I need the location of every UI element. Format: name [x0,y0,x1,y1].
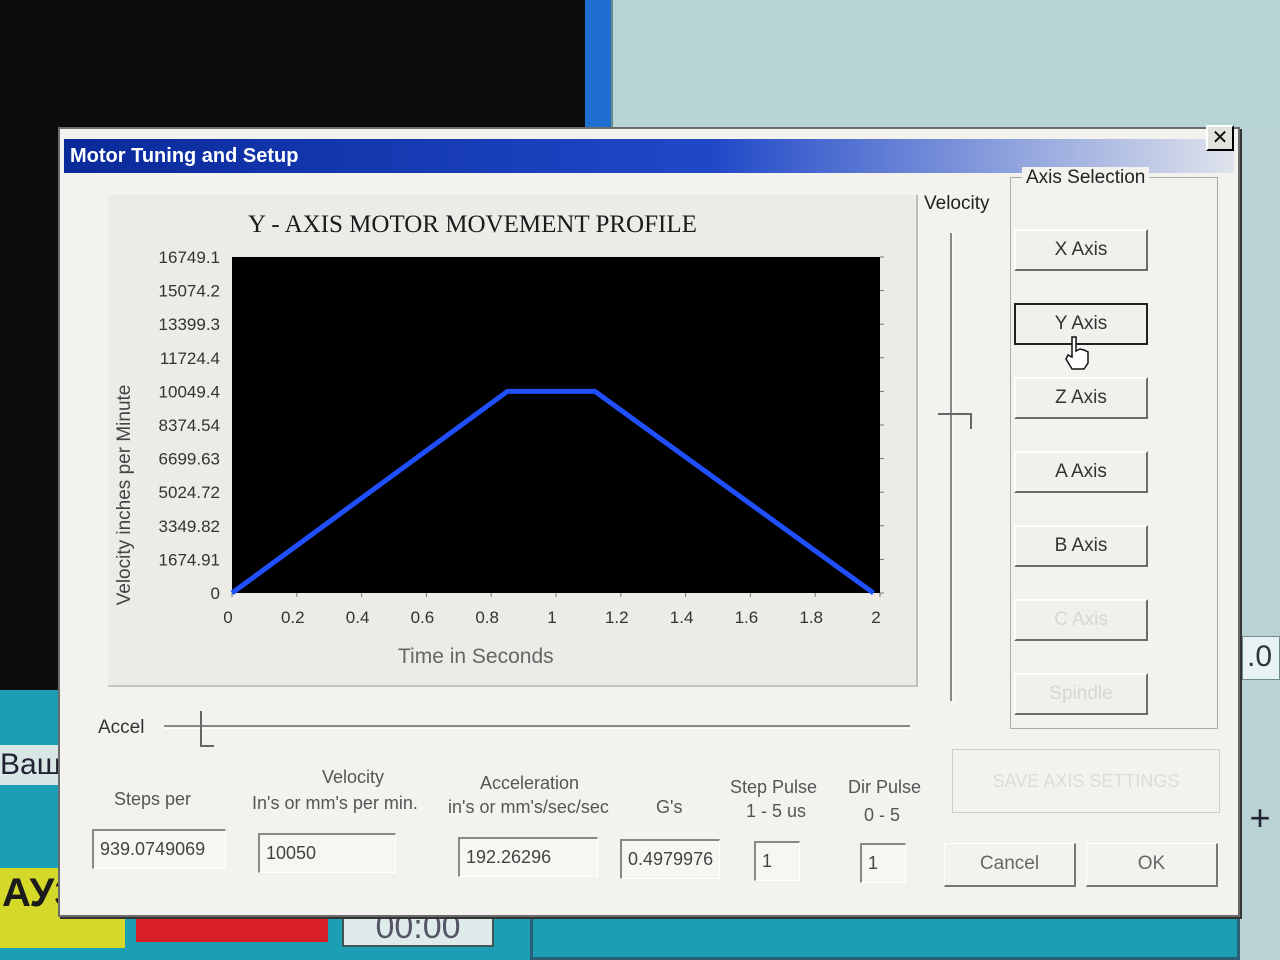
save-axis-settings-button[interactable]: SAVE AXIS SETTINGS [952,749,1220,813]
acceleration-field-label: Acceleration [480,773,580,793]
y-tick-label: 0 [211,584,220,603]
spindle-button[interactable]: Spindle [1014,673,1148,715]
dir-pulse-input[interactable]: 1 [860,843,906,883]
y-tick-label: 3349.82 [159,517,220,536]
c-axis-button[interactable]: C Axis [1014,599,1148,641]
y-tick-label: 11724.4 [160,349,220,368]
x-tick-label: 0.2 [281,608,305,627]
cancel-button[interactable]: Cancel [944,843,1076,887]
gs-field-label: G's [656,797,683,817]
axis-selection-label: Axis Selection [1022,167,1150,189]
velocity-field-label: Velocity [322,767,385,787]
x-tick-label: 1.4 [670,608,694,627]
acceleration-units-label: in's or mm's/sec/sec [448,797,609,817]
acceleration-input[interactable]: 192.26296 [458,837,598,877]
x-tick-label: 1.2 [605,608,629,627]
velocity-input[interactable]: 10050 [258,833,396,873]
x-tick-label: 0 [223,608,232,627]
step-pulse-range-label: 1 - 5 us [746,801,807,821]
dir-pulse-label: Dir Pulse [848,777,922,797]
steps-per-input[interactable]: 939.0749069 [92,829,226,869]
velocity-slider-track[interactable] [950,233,954,701]
b-axis-button[interactable]: B Axis [1014,525,1148,567]
x-tick-label: 1.6 [735,608,759,627]
steps-per-label: Steps per [114,789,192,809]
y-tick-label: 6699.63 [159,450,220,469]
y-tick-label: 10049.4 [159,382,220,401]
y-tick-label: 15074.2 [159,282,220,301]
accel-slider-thumb[interactable] [200,711,214,747]
a-axis-button[interactable]: A Axis [1014,451,1148,493]
hand-cursor-icon [1065,336,1089,370]
chart-plot: 0 1674.91 3349.82 5024.72 6699.63 8374.54 1004… [159,248,884,627]
y-tick-label: 8374.54 [159,416,220,435]
background-left-label: Ваш [0,745,62,785]
plot-area [232,257,880,593]
velocity-units-label: In's or mm's per min. [252,793,418,813]
x-axis-button[interactable]: X Axis [1014,229,1148,271]
motor-profile-chart: Y - AXIS MOTOR MOVEMENT PROFILE Velocity… [108,195,918,687]
accel-slider-label: Accel [98,717,145,738]
dir-pulse-range-label: 0 - 5 [864,805,901,825]
close-button[interactable]: ✕ [1206,125,1234,151]
accel-slider-track[interactable] [164,725,910,729]
y-tick-label: 16749.1 [159,248,220,267]
velocity-slider-label: Velocity [924,193,990,214]
x-tick-label: 0.6 [411,608,435,627]
y-tick-label: 5024.72 [159,483,220,502]
step-pulse-label: Step Pulse [730,777,818,797]
background-dro-field: .0 [1242,636,1280,680]
y-tick-label: 13399.3 [159,315,220,334]
step-pulse-input[interactable]: 1 [754,841,800,881]
ok-button[interactable]: OK [1086,843,1218,887]
motor-tuning-dialog: Motor Tuning and Setup ✕ Y - AXIS MOTOR … [58,125,1240,917]
x-tick-label: 2 [871,608,880,627]
y-tick-label: 1674.91 [159,550,220,569]
x-tick-label: 1.8 [799,608,823,627]
close-icon: ✕ [1211,127,1229,149]
background-top-panel [611,0,1280,128]
gs-input[interactable]: 0.4979976 [620,839,720,879]
dialog-title: Motor Tuning and Setup [70,145,299,167]
velocity-slider-thumb[interactable] [938,413,972,429]
x-tick-label: 0.8 [475,608,499,627]
x-tick-label: 1 [547,608,556,627]
background-blue-bar [585,0,611,128]
x-tick-label: 0.4 [346,608,370,627]
background-plus-button[interactable]: + [1240,798,1280,838]
z-axis-button[interactable]: Z Axis [1014,377,1148,419]
